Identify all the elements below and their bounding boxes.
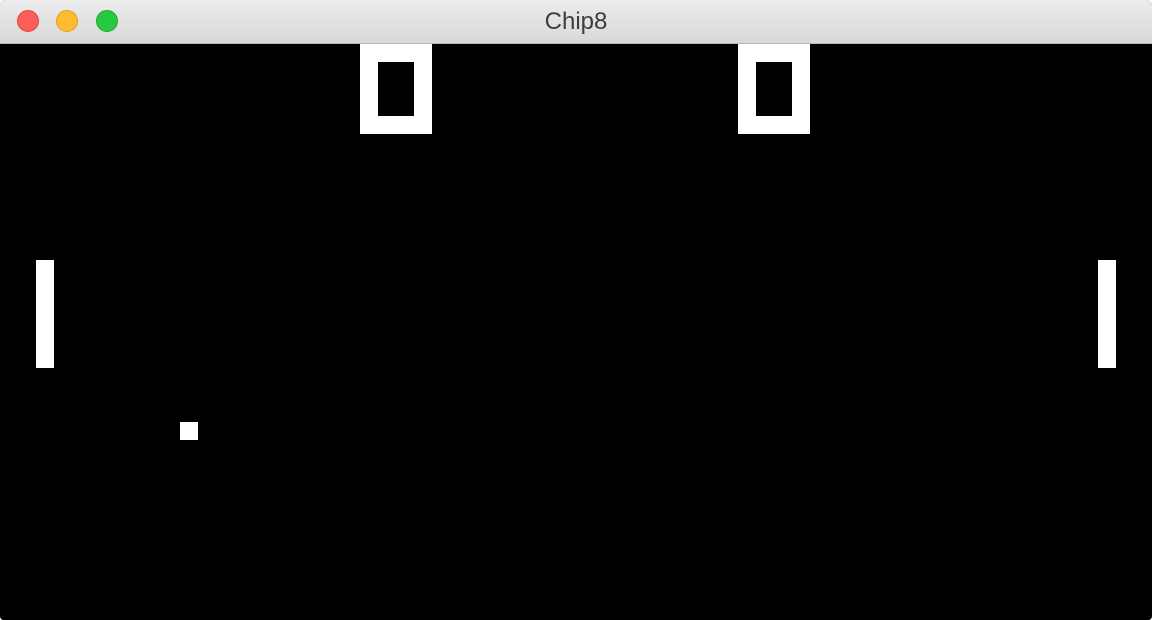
window-title: Chip8 — [544, 8, 608, 35]
ball — [180, 422, 198, 440]
app-window: Chip8 — [0, 0, 1152, 620]
right-paddle — [1098, 260, 1116, 368]
score-left-left-side — [360, 44, 378, 134]
chip8-display — [0, 44, 1152, 620]
score-right-right-side — [792, 44, 810, 134]
score-right-left-side — [738, 44, 756, 134]
title-bar[interactable]: Chip8 — [0, 0, 1152, 44]
score-left-right-side — [414, 44, 432, 134]
left-paddle — [36, 260, 54, 368]
